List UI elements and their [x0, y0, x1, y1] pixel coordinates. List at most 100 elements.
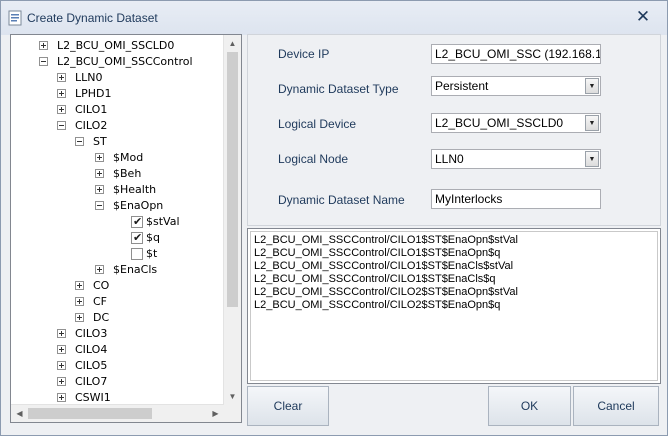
tree-node[interactable]: CILO2	[11, 118, 224, 134]
tree-node-label: CILO4	[75, 343, 108, 356]
tree-node-label: L2_BCU_OMI_SSCControl	[57, 55, 193, 68]
tree-node-label: $t	[146, 247, 158, 260]
expand-icon[interactable]	[75, 281, 84, 290]
close-icon[interactable]: ✕	[631, 7, 655, 27]
tree-node[interactable]: $stVal	[11, 214, 224, 230]
logical-node-value: LLN0	[435, 152, 464, 166]
tree-node[interactable]: ST	[11, 134, 224, 150]
tree-node-label: $Beh	[113, 167, 142, 180]
list-item[interactable]: L2_BCU_OMI_SSCControl/CILO1$ST$EnaOpn$q	[254, 247, 500, 260]
tree-node[interactable]: CILO5	[11, 358, 224, 374]
clear-button[interactable]: Clear	[247, 386, 329, 426]
expand-icon[interactable]	[95, 185, 104, 194]
tree-node-label: ST	[93, 135, 107, 148]
tree-node[interactable]: $EnaCls	[11, 262, 224, 278]
ok-button[interactable]: OK	[488, 386, 571, 426]
window-title: Create Dynamic Dataset	[27, 11, 158, 25]
tree-node-checkbox[interactable]	[131, 214, 143, 230]
scroll-up-icon[interactable]: ▲	[224, 35, 241, 52]
logical-node-select[interactable]: LLN0 ▼	[431, 149, 601, 169]
expand-icon[interactable]	[75, 313, 84, 322]
device-ip-field[interactable]: L2_BCU_OMI_SSC (192.168.100.	[431, 44, 601, 64]
logical-device-select[interactable]: L2_BCU_OMI_SSCLD0 ▼	[431, 113, 601, 133]
tree-node[interactable]: $Mod	[11, 150, 224, 166]
expand-icon[interactable]	[57, 361, 66, 370]
dataset-type-value: Persistent	[435, 79, 489, 93]
expand-icon[interactable]	[57, 329, 66, 338]
tree-node[interactable]: $Health	[11, 182, 224, 198]
tree-node-label: CILO3	[75, 327, 108, 340]
tree-node[interactable]: CILO1	[11, 102, 224, 118]
tree-node[interactable]: L2_BCU_OMI_SSCLD0	[11, 38, 224, 54]
tree-node-label: CO	[93, 279, 110, 292]
dataset-members-list[interactable]: L2_BCU_OMI_SSCControl/CILO1$ST$EnaOpn$st…	[247, 228, 661, 384]
tree-horizontal-scrollbar[interactable]: ◀ ▶	[11, 404, 224, 422]
app-icon	[8, 10, 22, 26]
tree-node-label: LLN0	[75, 71, 103, 84]
horizontal-scroll-thumb[interactable]	[28, 408, 152, 419]
tree-node-checkbox[interactable]	[131, 248, 143, 260]
tree-node[interactable]: L2_BCU_OMI_SSCControl	[11, 54, 224, 70]
tree-node[interactable]: $EnaOpn	[11, 198, 224, 214]
title-bar[interactable]: Create Dynamic Dataset ✕	[1, 1, 667, 35]
tree-node-label: LPHD1	[75, 87, 112, 100]
tree-node[interactable]: CILO7	[11, 374, 224, 390]
dataset-name-label: Dynamic Dataset Name	[278, 193, 405, 207]
expand-icon[interactable]	[39, 41, 48, 50]
tree-node-label: CILO1	[75, 103, 108, 116]
dataset-type-select[interactable]: Persistent ▼	[431, 76, 601, 96]
tree-vertical-scrollbar[interactable]: ▲ ▼	[223, 35, 241, 405]
tree-node[interactable]: CILO3	[11, 326, 224, 342]
tree-node[interactable]: DC	[11, 310, 224, 326]
tree-node-label: CILO5	[75, 359, 108, 372]
tree-node-label: DC	[93, 311, 110, 324]
collapse-icon[interactable]	[57, 121, 66, 130]
expand-icon[interactable]	[95, 265, 104, 274]
expand-icon[interactable]	[57, 345, 66, 354]
list-item[interactable]: L2_BCU_OMI_SSCControl/CILO1$ST$EnaOpn$st…	[254, 234, 518, 247]
scroll-right-icon[interactable]: ▶	[207, 405, 224, 422]
tree-node-label: $EnaCls	[113, 263, 158, 276]
list-item[interactable]: L2_BCU_OMI_SSCControl/CILO2$ST$EnaOpn$st…	[254, 286, 518, 299]
tree-node[interactable]: CO	[11, 278, 224, 294]
expand-icon[interactable]	[95, 153, 104, 162]
tree-node-label: CF	[93, 295, 108, 308]
list-item[interactable]: L2_BCU_OMI_SSCControl/CILO2$ST$EnaOpn$q	[254, 299, 500, 312]
tree-node[interactable]: $q	[11, 230, 224, 246]
scroll-down-icon[interactable]: ▼	[224, 388, 241, 405]
device-ip-label: Device IP	[278, 47, 330, 61]
tree-node[interactable]: CILO4	[11, 342, 224, 358]
tree-node-label: L2_BCU_OMI_SSCLD0	[57, 39, 175, 52]
tree-node[interactable]: LLN0	[11, 70, 224, 86]
dataset-name-input[interactable]: MyInterlocks	[431, 189, 601, 209]
collapse-icon[interactable]	[95, 201, 104, 210]
chevron-down-icon[interactable]: ▼	[585, 151, 599, 167]
tree-node[interactable]: CF	[11, 294, 224, 310]
tree-node-checkbox[interactable]	[131, 230, 143, 246]
scroll-left-icon[interactable]: ◀	[11, 405, 28, 422]
expand-icon[interactable]	[57, 89, 66, 98]
tree-node-label: $Mod	[113, 151, 144, 164]
expand-icon[interactable]	[57, 105, 66, 114]
chevron-down-icon[interactable]: ▼	[585, 78, 599, 94]
tree-node-label: CILO7	[75, 375, 108, 388]
signal-tree[interactable]: L2_BCU_OMI_SSCLD0 L2_BCU_OMI_SSCControl LL…	[10, 34, 242, 423]
collapse-icon[interactable]	[75, 137, 84, 146]
dataset-type-label: Dynamic Dataset Type	[278, 82, 399, 96]
chevron-down-icon[interactable]: ▼	[585, 115, 599, 131]
expand-icon[interactable]	[57, 73, 66, 82]
tree-node[interactable]: LPHD1	[11, 86, 224, 102]
collapse-icon[interactable]	[39, 57, 48, 66]
expand-icon[interactable]	[95, 169, 104, 178]
cancel-button[interactable]: Cancel	[573, 386, 659, 426]
list-item[interactable]: L2_BCU_OMI_SSCControl/CILO1$ST$EnaCls$st…	[254, 260, 513, 273]
list-item[interactable]: L2_BCU_OMI_SSCControl/CILO1$ST$EnaCls$q	[254, 273, 496, 286]
expand-icon[interactable]	[57, 393, 66, 402]
expand-icon[interactable]	[75, 297, 84, 306]
tree-node[interactable]: $Beh	[11, 166, 224, 182]
expand-icon[interactable]	[57, 377, 66, 386]
scrollbar-corner	[224, 405, 241, 422]
dataset-members-viewport: L2_BCU_OMI_SSCControl/CILO1$ST$EnaOpn$st…	[250, 231, 658, 381]
vertical-scroll-thumb[interactable]	[227, 52, 238, 307]
tree-node[interactable]: $t	[11, 246, 224, 262]
